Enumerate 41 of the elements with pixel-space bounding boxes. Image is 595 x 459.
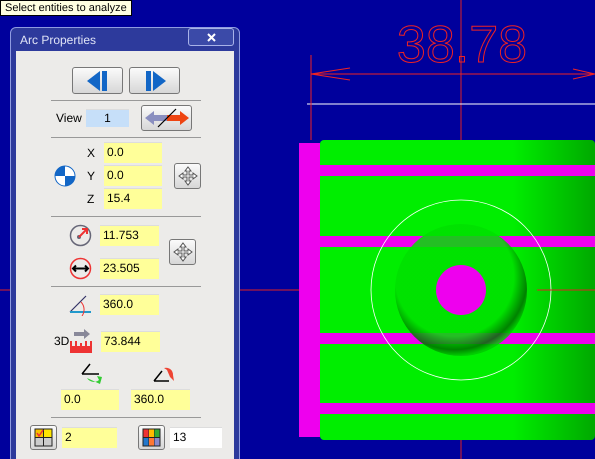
reverse-direction-button[interactable] [141,105,192,131]
coordinate-field[interactable]: 15.4 [104,188,162,209]
length-field[interactable]: 73.844 [101,330,160,352]
sphere-icon [54,164,76,186]
view-label: View [56,111,83,125]
coordinate-label: Z [87,192,96,206]
grid-button[interactable] [30,425,57,450]
number-field[interactable]: 2 [62,427,117,448]
start-angle-icon [81,362,103,385]
color-grid-icon [142,428,161,447]
coordinate-label: X [87,146,96,160]
previous-button[interactable] [72,67,123,94]
double-arrow-icon [144,108,190,128]
angle-field[interactable]: 360.0 [100,294,159,315]
diameter-field[interactable]: 23.505 [100,258,159,279]
close-icon [206,32,216,42]
move-radius-button[interactable] [169,239,196,265]
length-icon [69,329,93,353]
move-arrows-icon [172,242,192,262]
window-title: Arc Properties [19,32,96,46]
close-button[interactable] [188,28,234,46]
coordinate-field[interactable]: 0.0 [104,142,162,163]
move-center-button[interactable] [174,162,201,188]
move-arrows-icon [178,166,198,186]
coordinate-field[interactable]: 0.0 [104,165,162,186]
number-input[interactable]: 13 [170,427,222,448]
radius-field[interactable]: 11.753 [100,225,159,246]
tooltip: Select entities to analyze [0,0,132,16]
diameter-icon [69,257,92,280]
grid-check-icon [34,428,53,447]
view-field[interactable]: 1 [86,109,129,127]
coordinate-label: Y [87,168,96,182]
angle-icon [69,293,92,316]
next-button[interactable] [129,67,180,94]
previous-icon [86,70,110,92]
grid-button[interactable] [138,425,165,450]
end-angle-field[interactable]: 360.0 [131,389,190,410]
end-angle-icon [153,364,175,382]
radius-icon [69,224,92,247]
three-d-label: 3D [54,334,69,348]
start-angle-field[interactable]: 0.0 [61,389,119,410]
